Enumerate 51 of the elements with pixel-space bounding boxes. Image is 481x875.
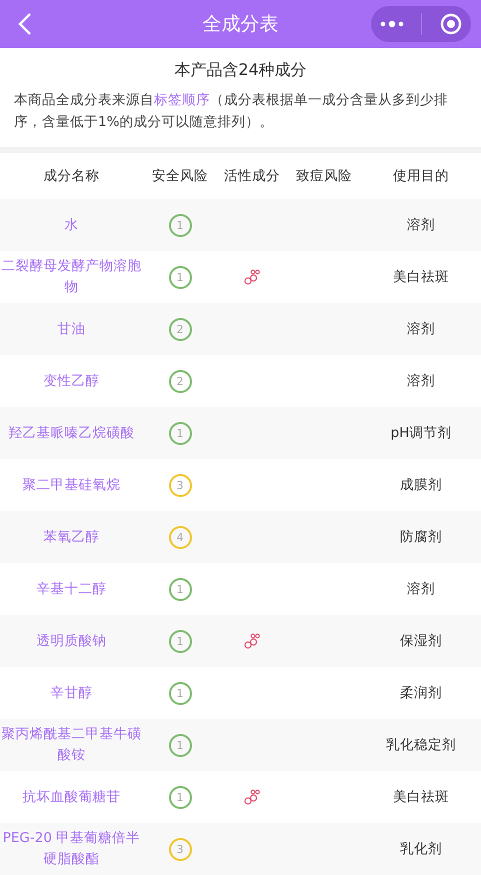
purpose-text: 柔润剂 (400, 684, 442, 702)
risk-badge: 1 (168, 786, 192, 808)
summary-note: 本商品全成分表来源自标签顺序（成分表根据单一成分含量从多到少排序，含量低于1%的成分可以随意排列）。 (13, 91, 449, 132)
ingredient-name[interactable]: 辛甘醇 (50, 682, 92, 704)
purpose-text: 美白祛斑 (393, 268, 449, 286)
ingredient-name[interactable]: PEG-20 甲基葡糖倍半硬脂酸酯 (0, 828, 143, 870)
back-icon[interactable] (18, 12, 32, 36)
purpose-text: 美白祛斑 (393, 788, 449, 806)
ingredient-name[interactable]: 变性乙醇 (44, 370, 100, 392)
summary-title: 本产品含24种成分 (173, 60, 308, 81)
risk-badge: 1 (168, 214, 192, 236)
column-header: 致痘风险 (295, 167, 353, 185)
risk-badge: 2 (168, 370, 192, 392)
ingredient-name[interactable]: 聚二甲基硅氧烷 (22, 474, 120, 496)
risk-badge: 1 (168, 578, 192, 600)
purpose-text: 溶剂 (407, 372, 435, 390)
ingredient-name[interactable]: 透明质酸钠 (36, 630, 106, 652)
ingredient-name[interactable]: 甘油 (58, 318, 86, 340)
purpose-text: 乳化稳定剂 (386, 736, 456, 754)
ingredient-name[interactable]: 辛基十二醇 (36, 578, 106, 600)
label-order-link[interactable]: 标签顺序 (154, 92, 210, 108)
purpose-text: 防腐剂 (400, 528, 442, 546)
column-header: 成分名称 (42, 167, 100, 185)
purpose-text: pH调节剂 (390, 424, 452, 442)
ingredient-name[interactable]: 抗坏血酸葡糖苷 (22, 786, 120, 808)
column-header: 使用目的 (392, 167, 450, 185)
risk-badge: 1 (168, 266, 192, 288)
risk-badge: 4 (168, 526, 192, 548)
ingredient-name[interactable]: 二裂酵母发酵产物溶胞物 (0, 256, 143, 298)
purpose-text: 乳化剂 (400, 840, 442, 858)
ingredient-name[interactable]: 聚丙烯酰基二甲基牛磺酸铵 (0, 724, 143, 766)
ingredient-name[interactable]: 苯氧乙醇 (44, 526, 100, 548)
purpose-text: 溶剂 (407, 580, 435, 598)
risk-badge: 3 (168, 838, 192, 860)
purpose-text: 溶剂 (407, 320, 435, 338)
close-icon[interactable] (440, 13, 462, 35)
purpose-text: 溶剂 (407, 216, 435, 234)
risk-badge: 1 (168, 734, 192, 756)
risk-badge: 3 (168, 474, 192, 496)
more-icon[interactable] (380, 20, 404, 28)
risk-badge: 1 (168, 422, 192, 444)
column-header: 活性成分 (223, 167, 281, 185)
risk-badge: 2 (168, 318, 192, 340)
ingredient-name[interactable]: 水 (64, 214, 78, 236)
ingredient-name[interactable]: 羟乙基哌嗪乙烷磺酸 (8, 422, 134, 444)
column-header: 安全风险 (151, 167, 209, 185)
purpose-text: 成膜剂 (400, 476, 442, 494)
nav-title: 全成分表 (202, 12, 280, 37)
risk-badge: 1 (168, 682, 192, 704)
purpose-text: 保湿剂 (400, 632, 442, 650)
risk-badge: 1 (168, 630, 192, 652)
